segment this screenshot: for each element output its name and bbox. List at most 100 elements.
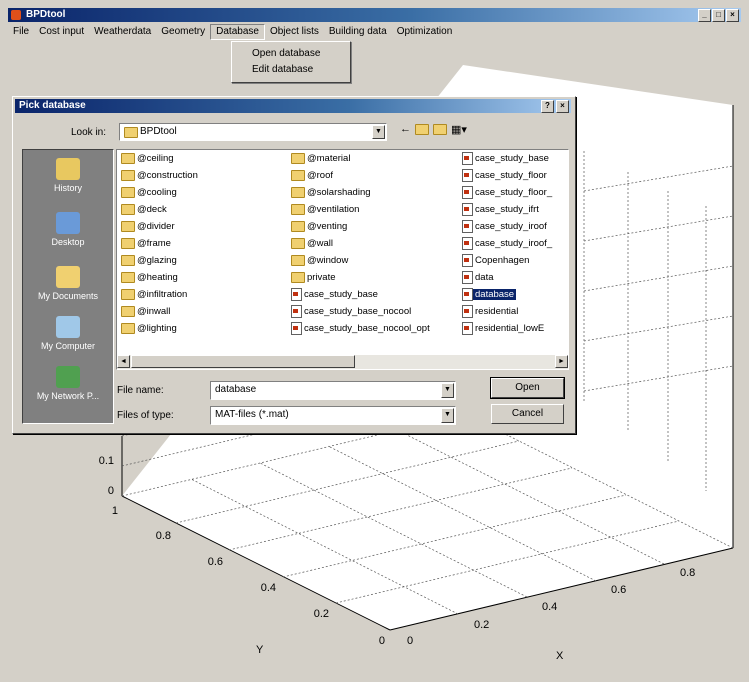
close-button[interactable]: × <box>726 9 739 22</box>
edit-database-menu-item[interactable]: Edit database <box>252 64 313 75</box>
menu-cost-input[interactable]: Cost input <box>34 24 89 40</box>
file-item[interactable]: case_study_base <box>462 152 551 166</box>
place-my-network[interactable]: My Network P... <box>23 366 113 401</box>
database-menu-dropdown: Open database Edit database <box>231 41 351 83</box>
folder-item[interactable]: @lighting <box>121 322 179 336</box>
file-name-input[interactable]: database ▼ <box>210 381 456 400</box>
up-folder-icon[interactable] <box>415 123 429 136</box>
folder-item[interactable]: @divider <box>121 220 177 234</box>
folder-icon <box>291 220 305 232</box>
folder-item[interactable]: @glazing <box>121 254 179 268</box>
folder-icon <box>121 203 135 215</box>
mat-file-icon <box>462 220 473 233</box>
file-item[interactable]: case_study_floor_ <box>462 186 554 200</box>
folder-item[interactable]: @wall <box>291 237 335 251</box>
file-item[interactable]: residential <box>462 305 520 319</box>
folder-item[interactable]: @window <box>291 254 350 268</box>
file-item[interactable]: case_study_iroof_ <box>462 237 554 251</box>
y-axis-label: Y <box>256 644 264 656</box>
file-type-select[interactable]: MAT-files (*.mat) ▼ <box>210 406 456 425</box>
folder-item[interactable]: @deck <box>121 203 169 217</box>
matlab-figure-window: BPDtool _ □ × File Cost input Weatherdat… <box>0 0 749 682</box>
help-button[interactable]: ? <box>541 100 554 113</box>
file-item[interactable]: case_study_base_nocool_opt <box>291 322 432 336</box>
item-label: case_study_ifrt <box>475 204 539 216</box>
new-folder-icon[interactable] <box>433 123 447 136</box>
file-item[interactable]: case_study_floor <box>462 169 549 183</box>
place-history[interactable]: History <box>23 158 113 193</box>
place-desktop[interactable]: Desktop <box>23 212 113 247</box>
file-item[interactable]: case_study_base_nocool <box>291 305 413 319</box>
folder-item[interactable]: @material <box>291 152 352 166</box>
menu-building-data[interactable]: Building data <box>324 24 392 40</box>
file-item[interactable]: case_study_base <box>291 288 380 302</box>
place-label: My Documents <box>37 291 99 301</box>
place-label: Desktop <box>51 237 85 247</box>
chevron-down-icon[interactable]: ▼ <box>372 125 385 139</box>
y-tick-label: 0 <box>379 635 385 647</box>
chevron-down-icon[interactable]: ▼ <box>441 383 454 398</box>
folder-item[interactable]: @venting <box>291 220 349 234</box>
cancel-button[interactable]: Cancel <box>491 404 564 424</box>
folder-icon <box>291 203 305 215</box>
folder-item[interactable]: @roof <box>291 169 335 183</box>
folder-icon <box>121 237 135 249</box>
look-in-select[interactable]: BPDtool ▼ <box>119 123 387 141</box>
folder-item[interactable]: @frame <box>121 237 173 251</box>
file-item[interactable]: residential_lowE <box>462 322 546 336</box>
scrollbar-thumb[interactable] <box>131 355 355 368</box>
item-label: residential_lowE <box>475 323 545 335</box>
dialog-close-button[interactable]: × <box>556 100 569 113</box>
x-axis-label: X <box>556 650 564 662</box>
folder-item[interactable]: @solarshading <box>291 186 373 200</box>
file-item[interactable]: database <box>462 288 517 302</box>
menu-database[interactable]: Database <box>210 24 265 40</box>
file-item[interactable]: Copenhagen <box>462 254 531 268</box>
file-item[interactable]: case_study_ifrt <box>462 203 541 217</box>
menu-weatherdata[interactable]: Weatherdata <box>89 24 156 40</box>
item-label: @ventilation <box>307 204 360 215</box>
menu-optimization[interactable]: Optimization <box>392 24 458 40</box>
file-name-value: database <box>215 384 257 395</box>
item-label: @divider <box>137 221 175 232</box>
x-tick-label: 0.6 <box>611 584 626 596</box>
maximize-button[interactable]: □ <box>712 9 725 22</box>
view-menu-icon[interactable]: ▦▾ <box>451 123 467 136</box>
folder-item[interactable]: @inwall <box>121 305 172 319</box>
file-item[interactable]: case_study_iroof <box>462 220 549 234</box>
item-label: @construction <box>137 170 198 181</box>
item-label: @material <box>307 153 351 164</box>
folder-icon <box>291 254 305 266</box>
folder-icon <box>291 152 305 164</box>
folder-icon <box>121 220 135 232</box>
place-my-documents[interactable]: My Documents <box>23 266 113 301</box>
folder-item[interactable]: @ventilation <box>291 203 361 217</box>
x-tick-label: 0 <box>407 635 413 647</box>
minimize-button[interactable]: _ <box>698 9 711 22</box>
menu-file[interactable]: File <box>8 24 34 40</box>
item-label: @lighting <box>137 323 177 334</box>
folder-item[interactable]: @cooling <box>121 186 179 200</box>
folder-item[interactable]: @construction <box>121 169 200 183</box>
item-label: case_study_floor_ <box>475 187 553 199</box>
chevron-down-icon[interactable]: ▼ <box>441 408 454 423</box>
open-button[interactable]: Open <box>490 377 565 399</box>
menu-object-lists[interactable]: Object lists <box>265 24 324 40</box>
open-database-menu-item[interactable]: Open database <box>252 48 320 59</box>
place-my-computer[interactable]: My Computer <box>23 316 113 351</box>
menu-bar: File Cost input Weatherdata Geometry Dat… <box>8 23 741 41</box>
scroll-right-icon[interactable]: ► <box>555 355 568 368</box>
horizontal-scrollbar[interactable]: ◄ ► <box>117 355 568 369</box>
item-label: case_study_base <box>304 289 378 301</box>
folder-item[interactable]: @infiltration <box>121 288 189 302</box>
folder-item[interactable]: @ceiling <box>121 152 176 166</box>
menu-geometry[interactable]: Geometry <box>156 24 210 40</box>
place-label: History <box>53 183 82 193</box>
folder-item[interactable]: private <box>291 271 338 285</box>
folder-item[interactable]: @heating <box>121 271 180 285</box>
scroll-left-icon[interactable]: ◄ <box>117 355 130 368</box>
file-item[interactable]: data <box>462 271 496 285</box>
item-label: residential <box>475 306 519 318</box>
back-icon[interactable]: ← <box>400 123 411 136</box>
mat-file-icon <box>462 169 473 182</box>
